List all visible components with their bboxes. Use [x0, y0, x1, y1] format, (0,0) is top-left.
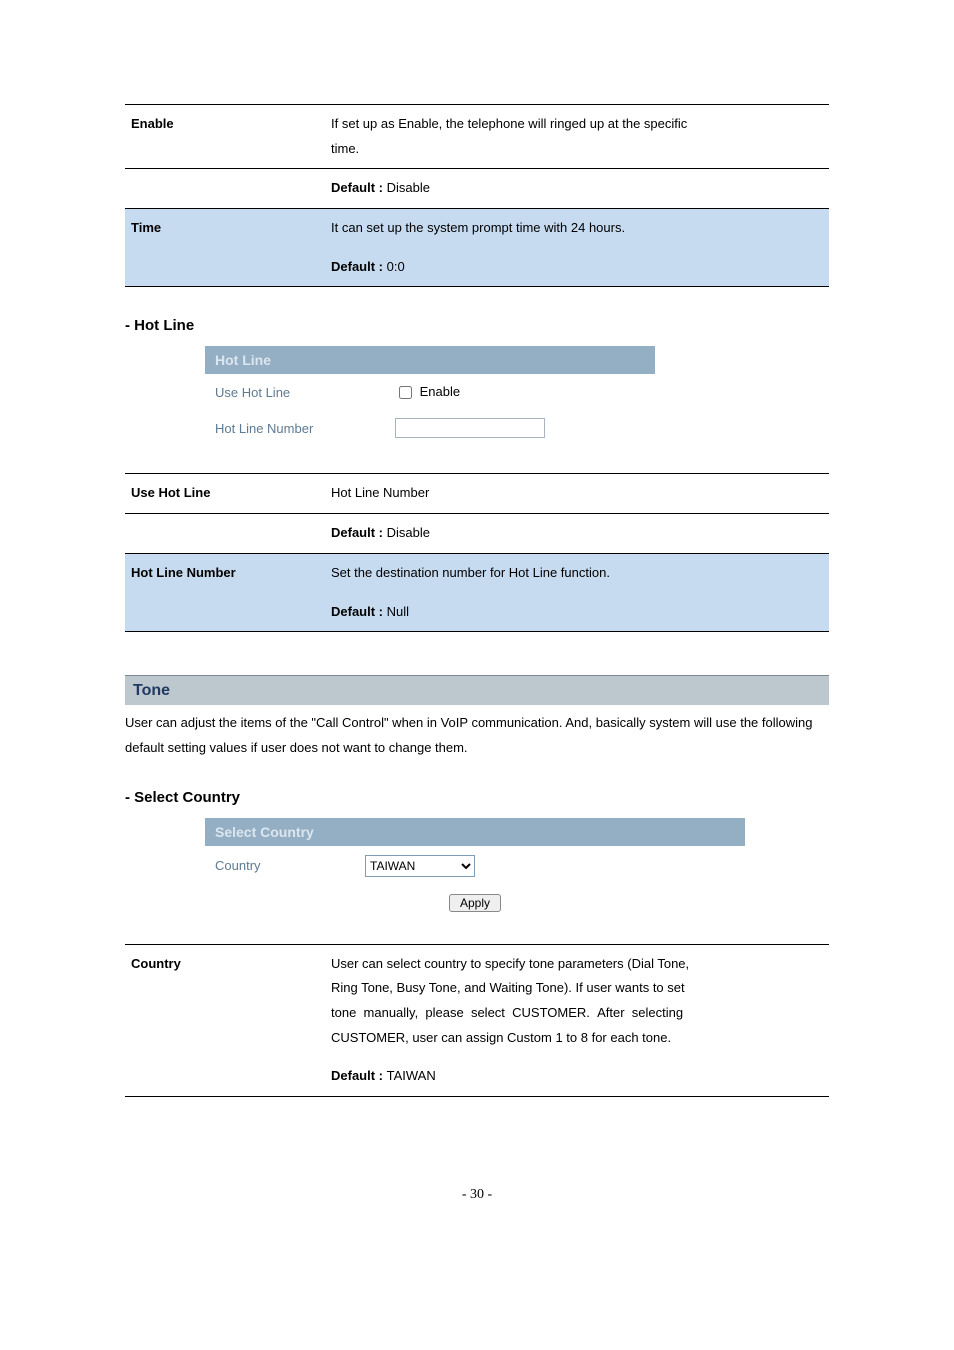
use-hot-line-row: Use Hot Line Enable [205, 376, 655, 411]
hot-line-number-row-label: Hot Line Number [125, 553, 325, 592]
hot-line-number-default: Default : Null [325, 593, 829, 632]
country-select[interactable]: TAIWAN [365, 855, 475, 877]
use-hot-line-default: Default : Disable [325, 514, 829, 554]
hot-line-panel-header: Hot Line [205, 346, 655, 376]
enable-default: Default : Disable [325, 169, 829, 209]
time-label: Time [125, 209, 325, 248]
use-hot-line-checkbox-wrap[interactable]: Enable [395, 383, 460, 402]
tone-section-heading: Tone [125, 675, 829, 705]
country-label: Country [215, 858, 365, 873]
apply-row: Apply [205, 886, 745, 918]
tone-paragraph: User can adjust the items of the "Call C… [125, 711, 829, 760]
select-country-panel-header: Select Country [205, 818, 745, 848]
hot-line-panel: Hot Line Use Hot Line Enable Hot Line Nu… [205, 346, 655, 447]
select-country-panel: Select Country Country TAIWAN Apply [205, 818, 745, 918]
hot-line-number-row-desc: Set the destination number for Hot Line … [325, 553, 829, 592]
use-hot-line-label: Use Hot Line [215, 385, 395, 400]
enable-time-table: Enable If set up as Enable, the telephon… [125, 104, 829, 287]
country-default: Default : TAIWAN [325, 1057, 829, 1096]
use-hot-line-row-label: Use Hot Line [125, 474, 325, 514]
country-desc-table: Country User can select country to speci… [125, 944, 829, 1097]
time-desc: It can set up the system prompt time wit… [325, 209, 829, 248]
enable-label: Enable [125, 105, 325, 169]
country-row: Country TAIWAN [205, 848, 745, 886]
country-row-desc: User can select country to specify tone … [325, 944, 829, 1057]
select-country-heading: - Select Country [125, 789, 829, 806]
apply-button[interactable]: Apply [449, 894, 501, 912]
hot-line-number-label: Hot Line Number [215, 421, 395, 436]
time-default: Default : 0:0 [325, 248, 829, 287]
use-hot-line-checkbox[interactable] [399, 386, 412, 399]
hot-line-number-input[interactable] [395, 418, 545, 438]
hot-line-desc-table: Use Hot Line Hot Line Number Default : D… [125, 473, 829, 632]
enable-desc: If set up as Enable, the telephone will … [325, 105, 829, 169]
page-number: - 30 - [125, 1187, 829, 1203]
hot-line-number-row: Hot Line Number [205, 411, 655, 447]
country-row-label: Country [125, 944, 325, 1057]
hot-line-heading: - Hot Line [125, 317, 829, 334]
use-hot-line-row-desc: Hot Line Number [325, 474, 829, 514]
use-hot-line-checkbox-label: Enable [420, 384, 460, 399]
